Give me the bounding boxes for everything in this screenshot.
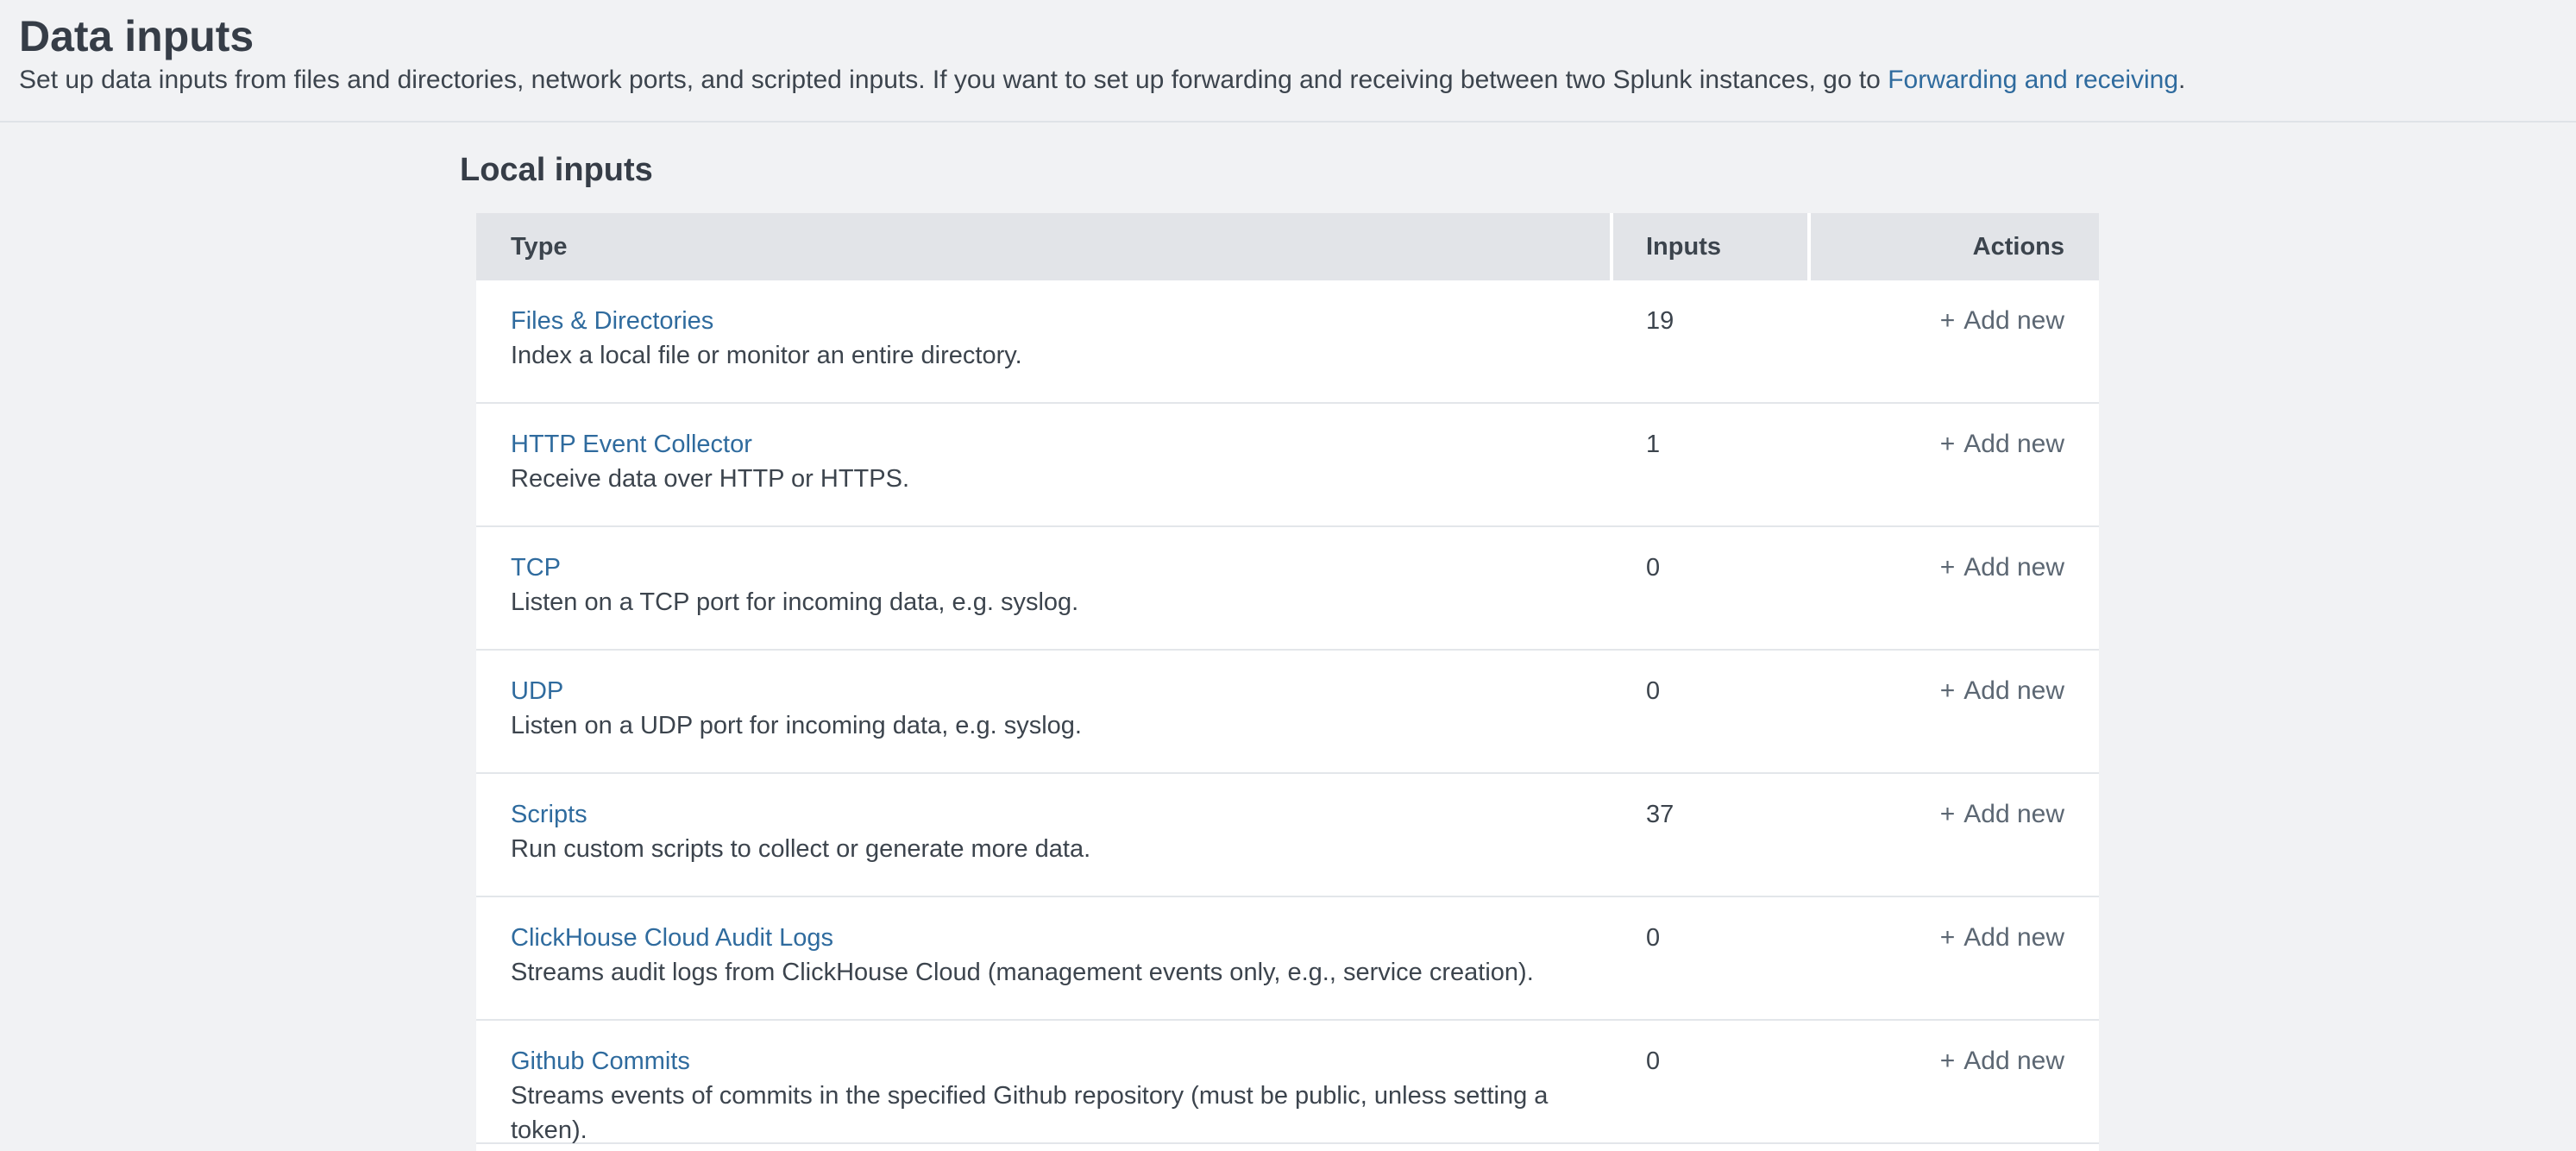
page-title: Data inputs [19, 10, 2541, 62]
add-new-label: Add new [1963, 306, 2064, 335]
input-description: Streams events of commits in the specifi… [511, 1079, 1579, 1148]
table-row: Github Commits Streams events of commits… [476, 1021, 2099, 1144]
add-new-link[interactable]: +Add new [1940, 1047, 2064, 1075]
input-count: 0 [1613, 674, 1807, 772]
link-scripts[interactable]: Scripts [511, 797, 587, 832]
link-github-commits[interactable]: Github Commits [511, 1044, 690, 1079]
table-row: HTTP Event Collector Receive data over H… [476, 404, 2099, 527]
add-new-label: Add new [1963, 553, 2064, 582]
input-description: Receive data over HTTP or HTTPS. [511, 462, 1579, 496]
link-clickhouse-cloud-audit-logs[interactable]: ClickHouse Cloud Audit Logs [511, 921, 833, 955]
forwarding-receiving-link[interactable]: Forwarding and receiving [1888, 66, 2178, 94]
add-new-link[interactable]: +Add new [1940, 923, 2064, 952]
table-row: UDP Listen on a UDP port for incoming da… [476, 651, 2099, 774]
table-row: Files & Directories Index a local file o… [476, 280, 2099, 404]
add-new-label: Add new [1963, 923, 2064, 952]
local-inputs-section: Local inputs Type Inputs Actions Files &… [460, 150, 2576, 1151]
table-header: Type Inputs Actions [476, 213, 2099, 280]
table-row: Scripts Run custom scripts to collect or… [476, 774, 2099, 897]
input-description: Run custom scripts to collect or generat… [511, 832, 1579, 866]
column-header-type: Type [476, 213, 1610, 280]
add-new-link[interactable]: +Add new [1940, 676, 2064, 705]
input-count: 37 [1613, 797, 1807, 896]
add-new-label: Add new [1963, 800, 2064, 828]
link-udp[interactable]: UDP [511, 674, 563, 708]
add-new-label: Add new [1963, 676, 2064, 705]
table-row: TCP Listen on a TCP port for incoming da… [476, 527, 2099, 651]
input-count: 1 [1613, 427, 1807, 525]
plus-icon: + [1940, 430, 1956, 458]
plus-icon: + [1940, 306, 1956, 335]
add-new-label: Add new [1963, 430, 2064, 458]
subtitle-suffix: . [2178, 66, 2185, 94]
input-description: Streams audit logs from ClickHouse Cloud… [511, 955, 1579, 990]
link-tcp[interactable]: TCP [511, 550, 561, 585]
inputs-table: Type Inputs Actions Files & Directories … [476, 213, 2099, 1151]
add-new-link[interactable]: +Add new [1940, 430, 2064, 458]
column-header-actions: Actions [1811, 213, 2099, 280]
input-description: Index a local file or monitor an entire … [511, 338, 1579, 373]
link-http-event-collector[interactable]: HTTP Event Collector [511, 427, 752, 462]
add-new-link[interactable]: +Add new [1940, 800, 2064, 828]
link-files-directories[interactable]: Files & Directories [511, 304, 713, 338]
page-subtitle: Set up data inputs from files and direct… [19, 64, 2541, 97]
plus-icon: + [1940, 1047, 1956, 1075]
page-header: Data inputs Set up data inputs from file… [0, 0, 2576, 123]
subtitle-text: Set up data inputs from files and direct… [19, 66, 1888, 94]
plus-icon: + [1940, 553, 1956, 582]
input-count: 0 [1613, 1044, 1807, 1148]
add-new-label: Add new [1963, 1047, 2064, 1075]
plus-icon: + [1940, 923, 1956, 952]
table-row: ClickHouse Cloud Audit Logs Streams audi… [476, 897, 2099, 1021]
add-new-link[interactable]: +Add new [1940, 306, 2064, 335]
section-title: Local inputs [460, 150, 2576, 190]
input-description: Listen on a TCP port for incoming data, … [511, 585, 1579, 620]
add-new-link[interactable]: +Add new [1940, 553, 2064, 582]
column-header-inputs: Inputs [1613, 213, 1807, 280]
plus-icon: + [1940, 676, 1956, 705]
input-count: 0 [1613, 550, 1807, 649]
input-description: Listen on a UDP port for incoming data, … [511, 708, 1579, 743]
input-count: 19 [1613, 304, 1807, 402]
plus-icon: + [1940, 800, 1956, 828]
input-count: 0 [1613, 921, 1807, 1019]
